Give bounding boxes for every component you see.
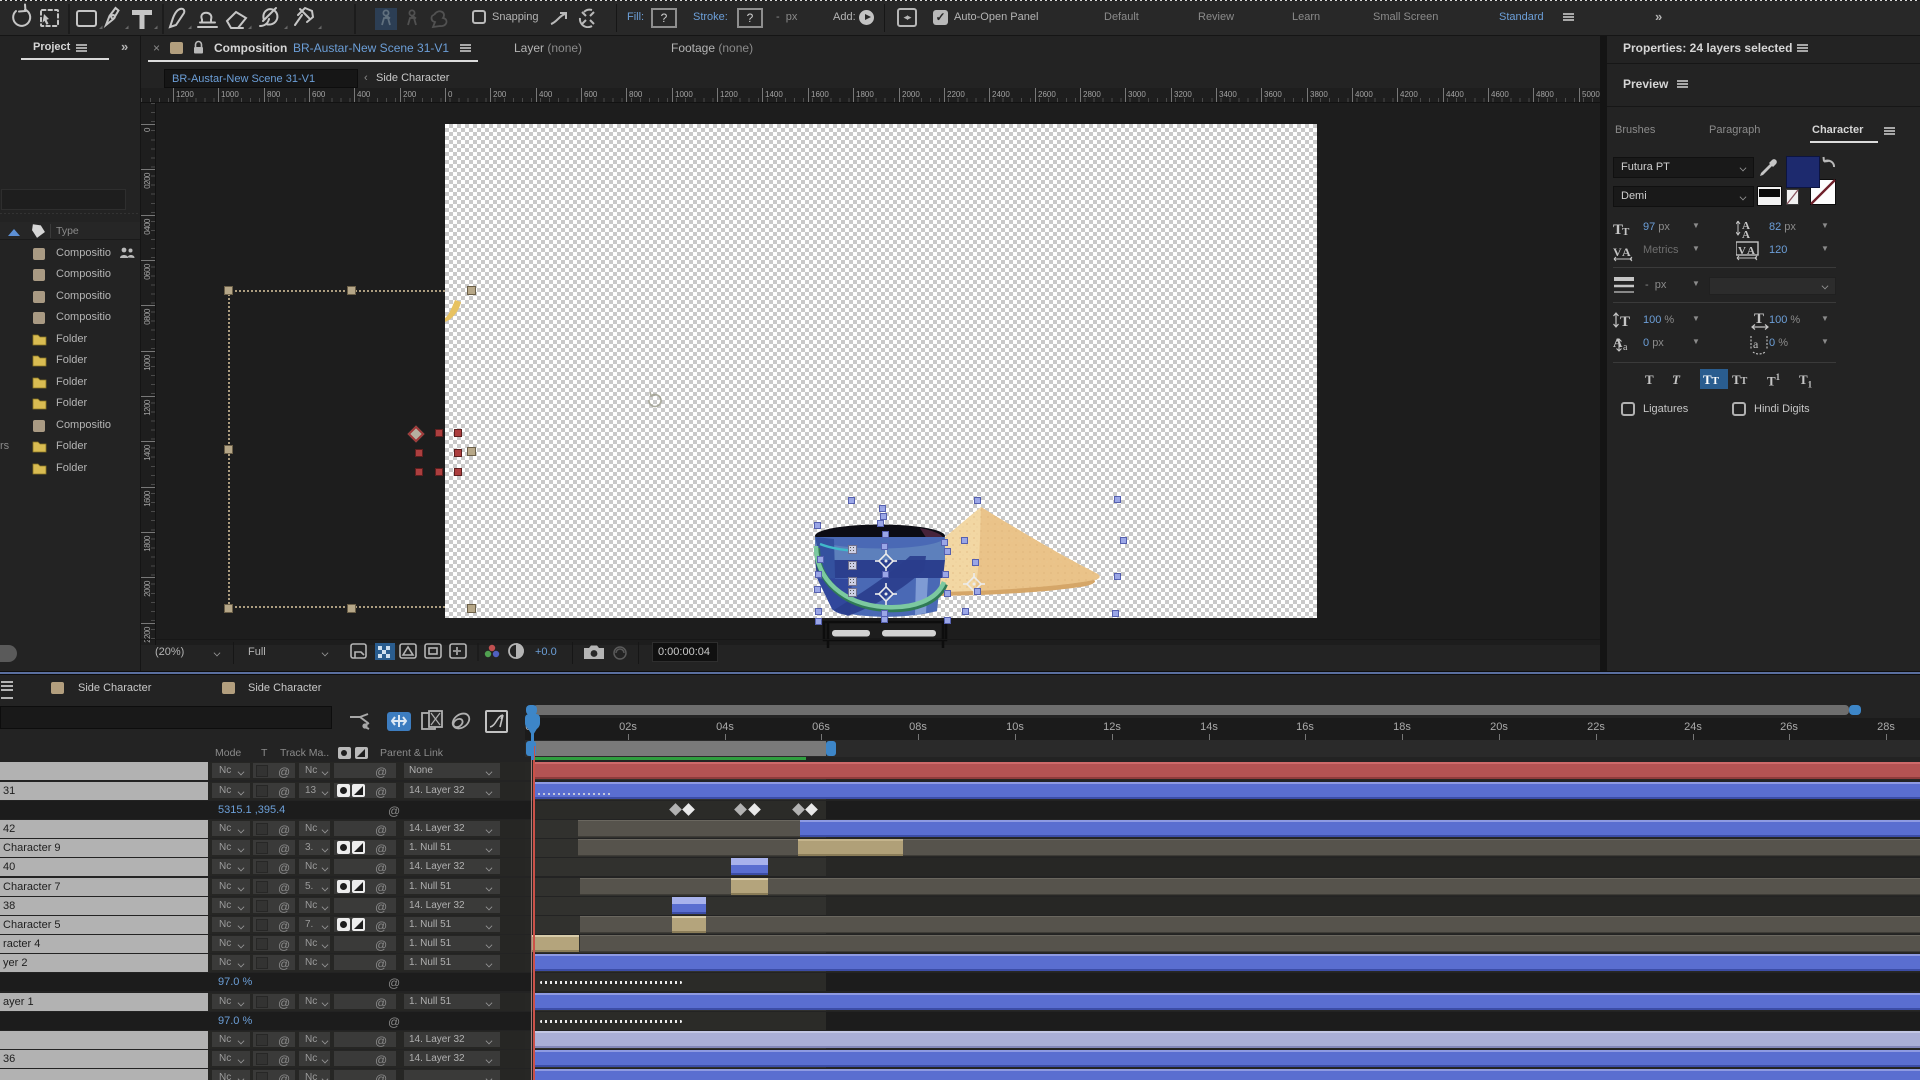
svg-text:A: A [1622,245,1631,259]
svg-text:T: T [1620,314,1630,330]
svg-text:A: A [1742,229,1750,239]
svg-text:A: A [1613,335,1623,350]
svg-text:T: T [1754,311,1764,327]
svg-text:a: a [1753,337,1759,351]
svg-text:a: a [1623,342,1628,353]
svg-text:V: V [1613,245,1622,259]
svg-text:T: T [1622,226,1630,238]
